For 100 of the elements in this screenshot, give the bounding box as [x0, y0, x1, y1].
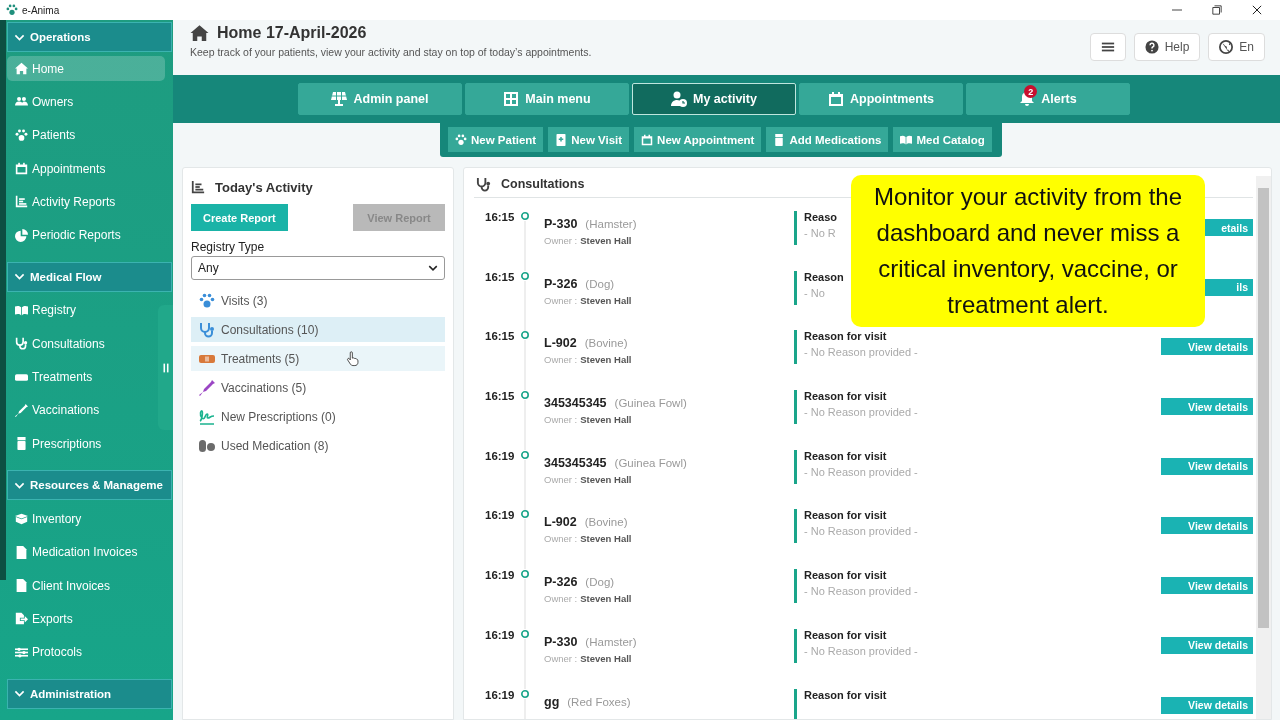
- help-button[interactable]: Help: [1133, 33, 1201, 61]
- visit-time: 16:15: [485, 270, 515, 285]
- view-details-button[interactable]: View details: [1161, 577, 1253, 595]
- sidebar-item[interactable]: Treatments: [7, 360, 157, 394]
- sidebar-item[interactable]: Consultations: [7, 327, 157, 361]
- category-item[interactable]: Vaccinations (5): [191, 375, 445, 400]
- patient-species: (Hamster): [585, 635, 637, 648]
- chevron-icon: [14, 271, 25, 283]
- patient-name: P-330: [544, 217, 578, 231]
- sidebar-item[interactable]: Owners: [7, 85, 157, 119]
- patient-name: L-902: [544, 515, 577, 530]
- sidebar-item[interactable]: Patients: [7, 118, 157, 152]
- calendar-icon: [641, 133, 654, 146]
- resize-handle[interactable]: [158, 305, 173, 430]
- sidebar-item[interactable]: Client Invoices: [7, 568, 157, 603]
- chart-icon: [191, 180, 205, 194]
- category-item[interactable]: New Prescriptions (0): [191, 404, 445, 429]
- view-details-button[interactable]: View details: [1161, 457, 1253, 475]
- page-subtitle: Keep track of your patients, view your activity and stay on top of today’s appointments.: [190, 46, 592, 58]
- user-clock-icon: [671, 91, 688, 107]
- nav-tab[interactable]: Main menu: [465, 83, 629, 115]
- sidebar-item[interactable]: Appointments: [7, 151, 157, 186]
- view-details-button[interactable]: View details: [1161, 636, 1253, 654]
- sidebar-item-label: Treatments: [32, 370, 93, 384]
- syringe-icon: [15, 403, 28, 417]
- menu-button[interactable]: [1089, 33, 1126, 61]
- owner-name: Steven Hall: [580, 354, 632, 366]
- document-icon: [15, 579, 28, 592]
- reason-label: Reaso: [804, 211, 838, 223]
- section-header[interactable]: Administration: [7, 678, 172, 709]
- reason-label: Reason for visit: [804, 509, 887, 522]
- patient-name: P-326: [544, 575, 578, 590]
- registry-type-select[interactable]: Any: [191, 256, 445, 280]
- quick-action-button[interactable]: Add Medications: [766, 127, 889, 152]
- category-label: Treatments (5): [221, 351, 300, 366]
- nav-tab[interactable]: Admin panel: [298, 83, 462, 115]
- view-details-button[interactable]: View details: [1161, 338, 1253, 356]
- syringe-icon: [199, 379, 215, 396]
- nav-tab[interactable]: Appointments: [799, 83, 963, 115]
- sidebar-item[interactable]: Prescriptions: [7, 426, 157, 461]
- sidebar-item-label: Patients: [32, 128, 76, 143]
- sidebar-item[interactable]: Vaccinations: [7, 393, 157, 427]
- sidebar-item[interactable]: Registry: [7, 293, 157, 328]
- field-label: Registry Type: [191, 240, 266, 254]
- nav-tab[interactable]: My activity: [632, 83, 796, 115]
- owner-label: Owner :: [544, 652, 578, 664]
- quick-action-button[interactable]: New Visit: [548, 127, 630, 152]
- chevron-icon: [428, 263, 438, 273]
- section-header[interactable]: Resources & Manageme: [7, 470, 172, 501]
- home-icon: [15, 62, 28, 75]
- window-title: e-Anima: [22, 4, 60, 16]
- sidebar-item[interactable]: Activity Reports: [7, 185, 157, 219]
- section-header[interactable]: Operations: [7, 22, 172, 52]
- sidebar-item[interactable]: Exports: [7, 602, 157, 636]
- hand-cursor-icon: [345, 351, 359, 367]
- owner-label: Owner :: [544, 593, 578, 605]
- paw-icon: [15, 128, 28, 142]
- quick-action-button[interactable]: New Patient: [448, 127, 544, 152]
- category-item[interactable]: Treatments (5): [191, 346, 445, 371]
- patient-name: P-326: [544, 276, 578, 291]
- visit-time: 16:19: [485, 628, 515, 643]
- view-details-button[interactable]: View details: [1161, 398, 1253, 416]
- view-details-button[interactable]: View details: [1161, 517, 1253, 535]
- help-icon: [1144, 40, 1159, 54]
- sidebar-item[interactable]: Inventory: [7, 502, 157, 536]
- restore-icon[interactable]: [1212, 5, 1222, 15]
- quick-action-button[interactable]: Med Catalog: [893, 127, 992, 152]
- sidebar-item[interactable]: Home: [7, 56, 165, 81]
- patient-name: 345345345: [544, 396, 607, 411]
- owner-name: Steven Hall: [580, 473, 632, 485]
- create-report-button[interactable]: Create Report: [191, 204, 288, 231]
- sidebar-item[interactable]: Protocols: [7, 635, 157, 669]
- timeline-marker: [520, 330, 531, 391]
- timeline-marker: [520, 270, 531, 331]
- sidebar-item[interactable]: Periodic Reports: [7, 218, 157, 252]
- visit-time: 16:19: [485, 569, 515, 584]
- patient-species: (Dog): [585, 576, 615, 589]
- sidebar-item-label: Prescriptions: [32, 436, 102, 451]
- chart-icon: [15, 195, 28, 209]
- view-details-button[interactable]: View details: [1161, 696, 1253, 714]
- paw-logo-icon: [6, 4, 18, 16]
- language-button[interactable]: En: [1208, 33, 1265, 61]
- pie-chart-icon: [15, 228, 28, 242]
- category-item[interactable]: Used Medication (8): [191, 433, 445, 458]
- calendar-icon: [15, 162, 28, 176]
- reason-label: Reason for visit: [804, 390, 887, 403]
- panel-title: Today's Activity: [215, 179, 313, 195]
- visit-time: 16:15: [485, 211, 515, 225]
- sidebar-item[interactable]: Medication Invoices: [7, 535, 157, 569]
- page-title: Home 17-April-2026: [217, 24, 367, 42]
- category-item[interactable]: Visits (3): [191, 288, 445, 313]
- bottle-icon: [773, 133, 786, 146]
- scrollbar-thumb[interactable]: [1258, 188, 1269, 628]
- owner-name: Steven Hall: [580, 414, 632, 426]
- nav-tab[interactable]: 2 Alerts: [966, 83, 1130, 115]
- quick-action-button[interactable]: New Appointment: [634, 127, 762, 152]
- category-item[interactable]: Consultations (10): [191, 317, 445, 342]
- section-header[interactable]: Medical Flow: [7, 261, 172, 292]
- close-icon[interactable]: [1252, 5, 1262, 15]
- owner-label: Owner :: [544, 473, 578, 485]
